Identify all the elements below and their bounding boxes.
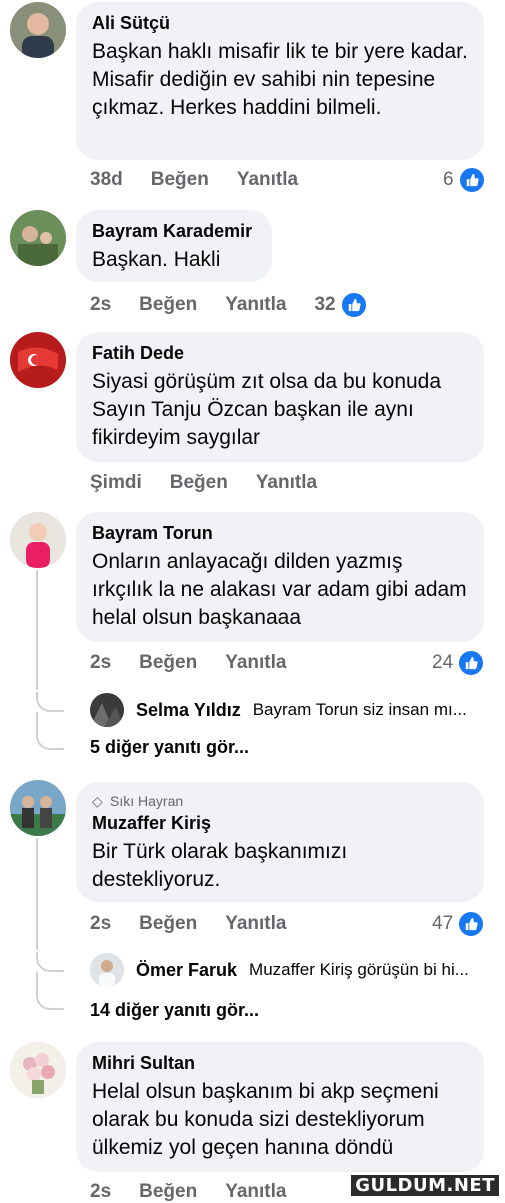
comment-bubble: Ali Sütçü Başkan haklı misafir lik te bi… xyxy=(76,2,484,160)
avatar[interactable] xyxy=(10,780,66,836)
reply-author[interactable]: Ömer Faruk xyxy=(136,960,237,981)
thread-connector xyxy=(36,730,64,750)
commenter-name[interactable]: Ali Sütçü xyxy=(92,12,468,34)
comment-text: Onların anlayacağı dilden yazmış ırkçılı… xyxy=(92,550,467,629)
commenter-name[interactable]: Fatih Dede xyxy=(92,342,468,364)
comment-time[interactable]: 2s xyxy=(90,294,111,316)
comment-bubble: Mihri Sultan Helal olsun başkanım bi akp… xyxy=(76,1042,484,1172)
like-count-value: 47 xyxy=(432,913,454,934)
comment-time[interactable]: 2s xyxy=(90,913,111,935)
badge-label: Sıkı Hayran xyxy=(110,793,184,809)
reaction-count[interactable]: 6 xyxy=(443,166,486,194)
avatar[interactable] xyxy=(10,1042,66,1098)
reply-button[interactable]: Yanıtla xyxy=(225,913,286,935)
thumbs-up-icon xyxy=(457,649,486,677)
comment-actions: 2s Beğen Yanıtla 32 xyxy=(90,291,368,319)
reply-avatar[interactable] xyxy=(90,953,124,987)
thread-connector xyxy=(36,990,64,1010)
thumbs-up-icon xyxy=(457,910,486,938)
commenter-name[interactable]: Mihri Sultan xyxy=(92,1052,468,1074)
avatar[interactable] xyxy=(10,332,66,388)
comment-actions: 38d Beğen Yanıtla xyxy=(90,169,298,191)
comment-text: Başkan haklı misafir lik te bir yere kad… xyxy=(92,40,468,119)
avatar[interactable] xyxy=(10,210,66,266)
reply-button[interactable]: Yanıtla xyxy=(225,294,286,316)
like-button[interactable]: Beğen xyxy=(139,294,197,316)
thumbs-up-icon xyxy=(457,166,486,194)
reply-preview[interactable]: Ömer Faruk Muzaffer Kiriş görüşün bi hi.… xyxy=(90,953,490,987)
like-count-value: 32 xyxy=(314,294,336,315)
like-button[interactable]: Beğen xyxy=(151,169,209,191)
comment-bubble: Bayram Karademir Başkan. Hakli xyxy=(76,210,272,282)
reply-avatar[interactable] xyxy=(90,693,124,727)
comment-bubble: ◇ Sıkı Hayran Muzaffer Kiriş Bir Türk ola… xyxy=(76,782,484,902)
avatar[interactable] xyxy=(10,2,66,58)
reply-text: Muzaffer Kiriş görüşün bi hi... xyxy=(249,960,469,979)
view-more-replies[interactable]: 14 diğer yanıtı gör... xyxy=(90,1000,259,1021)
like-button[interactable]: Beğen xyxy=(139,913,197,935)
commenter-name[interactable]: Bayram Torun xyxy=(92,522,468,544)
like-button[interactable]: Beğen xyxy=(139,652,197,674)
reaction-count[interactable]: 32 xyxy=(314,291,368,319)
view-more-replies[interactable]: 5 diğer yanıtı gör... xyxy=(90,737,249,758)
like-button[interactable]: Beğen xyxy=(170,472,228,494)
like-count-value: 6 xyxy=(443,169,454,190)
comment-bubble: Bayram Torun Onların anlayacağı dilden y… xyxy=(76,512,484,642)
comment-text: Siyasi görüşüm zıt olsa da bu konuda Say… xyxy=(92,370,442,449)
reply-author[interactable]: Selma Yıldız xyxy=(136,700,241,721)
comment-time[interactable]: Şimdi xyxy=(90,472,142,494)
reply-button[interactable]: Yanıtla xyxy=(237,169,298,191)
comment-time[interactable]: 2s xyxy=(90,652,111,674)
comment-text: Başkan. Hakli xyxy=(92,248,221,271)
commenter-name[interactable]: Muzaffer Kiriş xyxy=(92,812,468,834)
comment-time[interactable]: 38d xyxy=(90,169,123,191)
watermark-logo: GULDUM.NET xyxy=(351,1175,499,1196)
comment-actions: Şimdi Beğen Yanıtla xyxy=(90,472,317,494)
thread-connector xyxy=(36,952,64,972)
commenter-name[interactable]: Bayram Karademir xyxy=(92,220,256,242)
thumbs-up-icon xyxy=(339,291,368,319)
comment-actions: 2s Beğen Yanıtla xyxy=(90,652,286,674)
reply-preview[interactable]: Selma Yıldız Bayram Torun siz insan mı..… xyxy=(90,693,490,727)
thread-line xyxy=(36,570,38,690)
comment-bubble: Fatih Dede Siyasi görüşüm zıt olsa da bu… xyxy=(76,332,484,462)
avatar[interactable] xyxy=(10,512,66,568)
diamond-icon: ◇ xyxy=(92,793,103,809)
reply-text: Bayram Torun siz insan mı... xyxy=(252,700,467,719)
reply-button[interactable]: Yanıtla xyxy=(225,652,286,674)
reaction-count[interactable]: 47 xyxy=(432,910,486,938)
thread-connector xyxy=(36,692,64,712)
comment-text: Helal olsun başkanım bi akp seçmeni olar… xyxy=(92,1080,439,1159)
like-count-value: 24 xyxy=(432,652,454,673)
top-fan-badge: ◇ Sıkı Hayran xyxy=(92,792,468,810)
reply-button[interactable]: Yanıtla xyxy=(256,472,317,494)
comment-text: Bir Türk olarak başkanımızı destekliyoru… xyxy=(92,840,348,891)
thread-line xyxy=(36,838,38,950)
comment-actions: 2s Beğen Yanıtla xyxy=(90,913,286,935)
reaction-count[interactable]: 24 xyxy=(432,649,486,677)
